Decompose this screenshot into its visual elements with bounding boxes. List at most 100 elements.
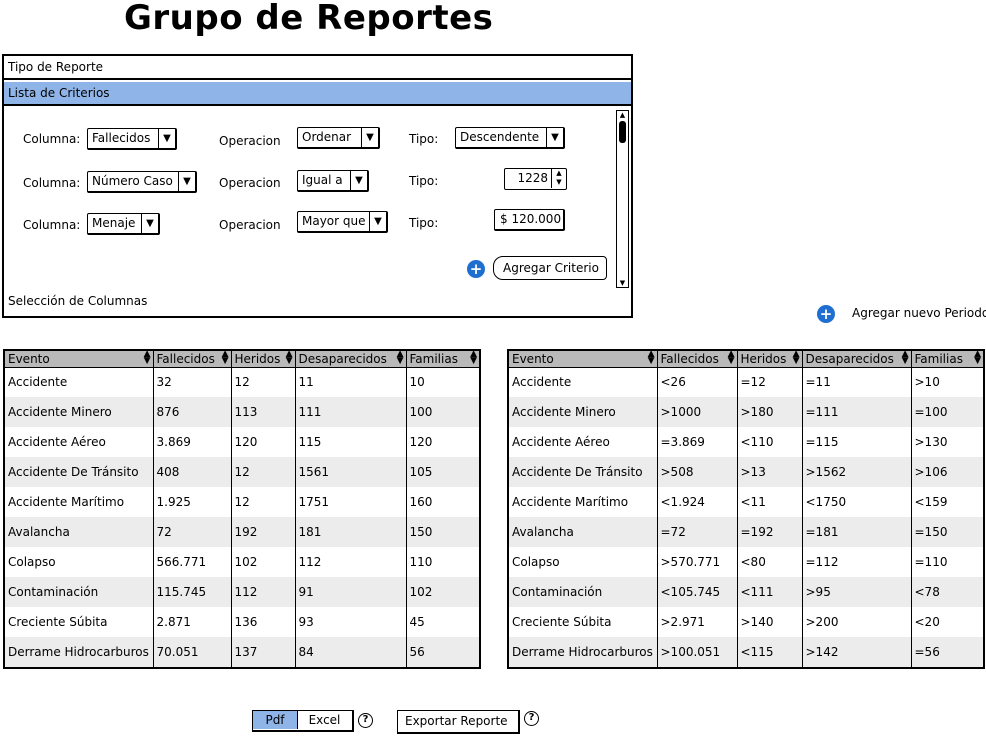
sort-icon[interactable]: ▲ ▼ xyxy=(902,351,909,366)
table-cell: <159 xyxy=(910,487,983,517)
column-header[interactable]: Evento ▲ ▼ xyxy=(509,351,657,368)
sort-icon[interactable]: ▲ ▼ xyxy=(974,351,981,366)
export-report-button[interactable]: Exportar Reporte xyxy=(397,710,520,734)
stepper-arrows-icon[interactable]: ▲ ▼ xyxy=(551,169,566,188)
accordion-header-tipo-reporte[interactable]: Tipo de Reporte xyxy=(4,56,631,80)
table-row[interactable]: Accidente 32 12 11 10 xyxy=(5,367,479,397)
criteria-scrollbar[interactable]: ▲ ▼ xyxy=(616,110,629,288)
table-cell: =112 xyxy=(801,547,911,577)
table-row[interactable]: Creciente Súbita 2.871 136 93 45 xyxy=(5,607,479,637)
sort-icon[interactable]: ▲ ▼ xyxy=(728,351,735,366)
column-header[interactable]: Fallecidos ▲ ▼ xyxy=(152,351,231,368)
type-select[interactable]: Descendente ▼ xyxy=(455,127,565,149)
scroll-down-icon[interactable]: ▼ xyxy=(617,279,628,287)
table-cell: >200 xyxy=(801,607,911,637)
table-cell: <115 xyxy=(736,637,802,667)
operation-select[interactable]: Mayor que ▼ xyxy=(297,211,388,233)
column-header[interactable]: Familias ▲ ▼ xyxy=(405,351,479,368)
operation-select-value: Mayor que xyxy=(302,214,366,228)
column-header[interactable]: Desaparecidos ▲ ▼ xyxy=(801,351,911,368)
table-row[interactable]: Derrame Hidrocarburos >100.051 <115 >142 =56 xyxy=(509,637,983,667)
sort-icon[interactable]: ▲ ▼ xyxy=(222,351,229,366)
table-cell: <20 xyxy=(910,607,983,637)
add-criterio-button[interactable]: Agregar Criterio xyxy=(493,256,607,280)
sort-icon[interactable]: ▲ ▼ xyxy=(470,351,477,366)
table-cell: 70.051 xyxy=(152,637,231,667)
column-header-label: Evento xyxy=(8,351,50,366)
table-row[interactable]: Accidente Minero 876 113 111 100 xyxy=(5,397,479,427)
sort-icon[interactable]: ▲ ▼ xyxy=(648,351,655,366)
table-row[interactable]: Creciente Súbita >2.971 >140 >200 <20 xyxy=(509,607,983,637)
add-periodo-link[interactable]: Agregar nuevo Periodo xyxy=(852,306,986,320)
report-accordion: Tipo de Reporte Lista de Criterios Colum… xyxy=(2,54,633,318)
table-cell: 100 xyxy=(405,397,479,427)
table-row[interactable]: Accidente Aéreo =3.869 <110 =115 >130 xyxy=(509,427,983,457)
column-header[interactable]: Fallecidos ▲ ▼ xyxy=(656,351,737,368)
column-header[interactable]: Evento ▲ ▼ xyxy=(5,351,153,368)
type-select-value: Descendente xyxy=(460,130,540,144)
table-cell: 181 xyxy=(294,517,406,547)
column-label: Columna: xyxy=(23,218,81,232)
table-cell: 93 xyxy=(294,607,406,637)
table-row[interactable]: Contaminación <105.745 <111 >95 <78 xyxy=(509,577,983,607)
table-cell: 12 xyxy=(230,367,295,397)
column-header[interactable]: Familias ▲ ▼ xyxy=(910,351,983,368)
table-row[interactable]: Avalancha =72 =192 =181 =150 xyxy=(509,517,983,547)
column-header[interactable]: Heridos ▲ ▼ xyxy=(230,351,295,368)
operation-select-value: Ordenar xyxy=(302,130,352,144)
column-header[interactable]: Desaparecidos ▲ ▼ xyxy=(294,351,406,368)
operation-select[interactable]: Igual a ▼ xyxy=(297,170,369,192)
table-row[interactable]: Accidente Aéreo 3.869 120 115 120 xyxy=(5,427,479,457)
add-periodo-icon[interactable]: + xyxy=(817,305,835,323)
table-row[interactable]: Derrame Hidrocarburos 70.051 137 84 56 xyxy=(5,637,479,667)
table-cell: >2.971 xyxy=(656,607,737,637)
scroll-up-icon[interactable]: ▲ xyxy=(617,111,628,119)
sort-icon[interactable]: ▲ ▼ xyxy=(286,351,293,366)
table-cell: Derrame Hidrocarburos xyxy=(509,637,657,667)
help-icon[interactable]: ? xyxy=(524,711,539,726)
table-cell: >508 xyxy=(656,457,737,487)
amount-field[interactable]: $ 120.000 xyxy=(494,209,565,231)
excel-option[interactable]: Excel xyxy=(298,711,351,729)
table-row[interactable]: Accidente <26 =12 =11 >10 xyxy=(509,367,983,397)
table-row[interactable]: Accidente Marítimo 1.925 12 1751 160 xyxy=(5,487,479,517)
table-row[interactable]: Accidente Minero >1000 >180 =111 =100 xyxy=(509,397,983,427)
column-header-label: Fallecidos xyxy=(156,351,215,366)
table-cell: Colapso xyxy=(8,555,56,569)
comparison-table: Evento ▲ ▼ Fallecidos ▲ ▼ Heridos ▲ ▼ Desapare… xyxy=(507,349,985,669)
table-cell: Accidente Aéreo xyxy=(8,435,106,449)
accordion-header-seleccion-columnas[interactable]: Selección de Columnas xyxy=(4,290,631,314)
table-row[interactable]: Colapso >570.771 <80 =112 =110 xyxy=(509,547,983,577)
column-select[interactable]: Menaje ▼ xyxy=(87,213,160,235)
operation-select[interactable]: Ordenar ▼ xyxy=(297,127,380,149)
table-cell: =100 xyxy=(910,397,983,427)
table-row[interactable]: Accidente Marítimo <1.924 <11 <1750 <159 xyxy=(509,487,983,517)
column-header-label: Familias xyxy=(914,351,963,366)
sort-icon[interactable]: ▲ ▼ xyxy=(793,351,800,366)
sort-icon[interactable]: ▲ ▼ xyxy=(397,351,404,366)
table-cell: 566.771 xyxy=(152,547,231,577)
table-cell: =150 xyxy=(910,517,983,547)
case-number-stepper[interactable]: 1228 ▲ ▼ xyxy=(504,168,567,190)
table-row[interactable]: Contaminación 115.745 112 91 102 xyxy=(5,577,479,607)
scroll-thumb[interactable] xyxy=(619,121,626,143)
table-row[interactable]: Accidente De Tránsito >508 >13 >1562 >106 xyxy=(509,457,983,487)
help-icon[interactable]: ? xyxy=(358,713,373,728)
column-select[interactable]: Fallecidos ▼ xyxy=(87,128,177,150)
column-header-label: Desaparecidos xyxy=(805,351,894,366)
column-header[interactable]: Heridos ▲ ▼ xyxy=(736,351,802,368)
sort-icon[interactable]: ▲ ▼ xyxy=(144,351,151,366)
table-cell: <1.924 xyxy=(656,487,737,517)
accordion-header-lista-criterios[interactable]: Lista de Criterios xyxy=(4,82,631,106)
table-row[interactable]: Avalancha 72 192 181 150 xyxy=(5,517,479,547)
column-select[interactable]: Número Caso ▼ xyxy=(87,171,197,193)
table-row[interactable]: Colapso 566.771 102 112 110 xyxy=(5,547,479,577)
add-criterio-icon[interactable]: + xyxy=(467,260,485,278)
chevron-down-icon: ▼ xyxy=(369,212,386,231)
column-label: Columna: xyxy=(23,132,81,146)
table-cell: Accidente Marítimo xyxy=(512,495,629,509)
table-row[interactable]: Accidente De Tránsito 408 12 1561 105 xyxy=(5,457,479,487)
table-cell: <105.745 xyxy=(656,577,737,607)
pdf-option[interactable]: Pdf xyxy=(253,711,298,729)
table-cell: >100.051 xyxy=(656,637,737,667)
